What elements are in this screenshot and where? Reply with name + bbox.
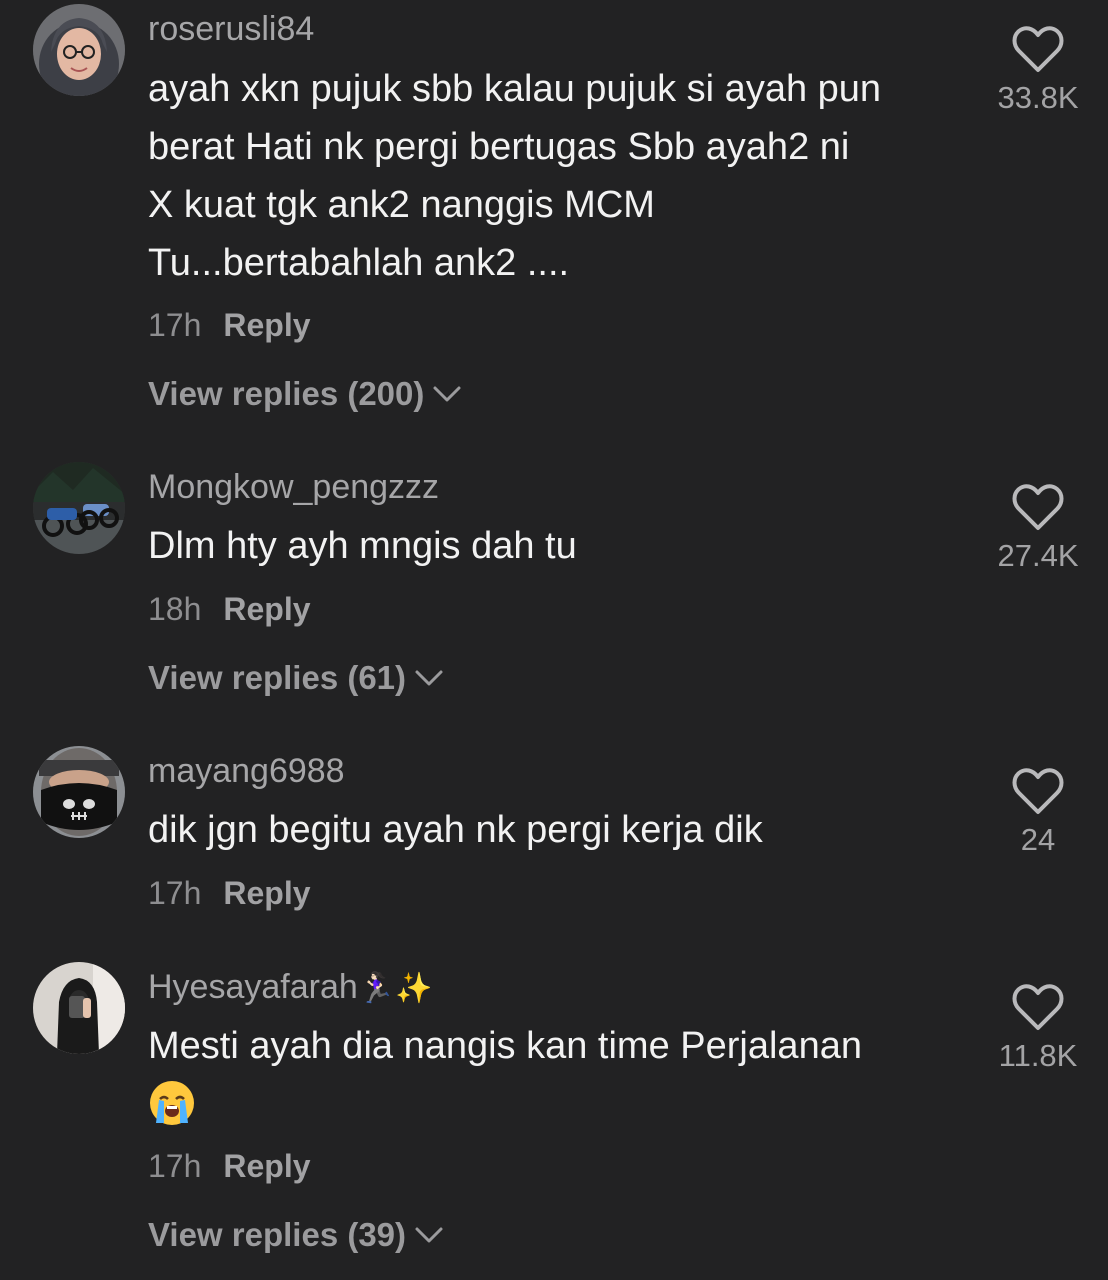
view-replies-button[interactable]: View replies (61): [148, 658, 444, 698]
avatar[interactable]: [33, 462, 125, 554]
heart-icon: [1012, 484, 1064, 530]
reply-button[interactable]: Reply: [223, 591, 310, 627]
timestamp: 17h: [148, 1148, 202, 1184]
comment-text-line: Tu...bertabahlah ank2 ....: [148, 242, 570, 284]
comment-text-line: Dlm hty ayh mngis dah tu: [148, 525, 577, 567]
loudly-crying-face-emoji: [150, 1080, 194, 1125]
timestamp: 18h: [148, 591, 202, 627]
comment-text-line: ayah xkn pujuk sbb kalau pujuk si ayah p…: [148, 68, 882, 110]
comment-text-line: berat Hati nk pergi bertugas Sbb ayah2 n…: [148, 126, 850, 168]
comment-meta: 17h Reply: [148, 1146, 311, 1186]
username-text: Hyesayafarah: [148, 968, 358, 1006]
comment-text-line: [148, 1075, 978, 1133]
view-replies-label: View replies (200): [148, 375, 425, 412]
like-button[interactable]: 27.4K: [988, 484, 1088, 574]
reply-button[interactable]: Reply: [223, 1148, 310, 1184]
username[interactable]: mayang6988: [148, 751, 345, 791]
comment-meta: 17h Reply: [148, 305, 311, 345]
comment-text-line: dik jgn begitu ayah nk pergi kerja dik: [148, 809, 763, 851]
username[interactable]: roserusli84: [148, 9, 314, 49]
comment-meta: 18h Reply: [148, 589, 311, 629]
username-emoji: 🏃🏻‍♀️✨: [357, 971, 433, 1006]
view-replies-label: View replies (61): [148, 659, 407, 696]
comment-text: dik jgn begitu ayah nk pergi kerja dik: [148, 801, 978, 859]
like-button[interactable]: 33.8K: [988, 26, 1088, 116]
avatar[interactable]: [33, 4, 125, 96]
avatar[interactable]: [33, 746, 125, 838]
chevron-down-icon: [415, 670, 443, 686]
like-count: 11.8K: [998, 1038, 1078, 1073]
reply-button[interactable]: Reply: [223, 307, 310, 343]
like-button[interactable]: 24: [988, 768, 1088, 858]
like-count: 27.4K: [997, 538, 1079, 573]
timestamp: 17h: [148, 307, 202, 343]
mirror-selfie-avatar: [33, 962, 125, 1054]
comment-text: ayah xkn pujuk sbb kalau pujuk si ayah p…: [148, 60, 978, 292]
comment-text-line: Mesti ayah dia nangis kan time Perjalana…: [148, 1025, 862, 1067]
avatar[interactable]: [33, 962, 125, 1054]
woman-hijab-glasses-avatar: [33, 4, 125, 96]
heart-icon: [1012, 984, 1064, 1030]
comment-text-line: X kuat tgk ank2 nanggis MCM: [148, 184, 655, 226]
chevron-down-icon: [433, 386, 461, 402]
heart-icon: [1012, 26, 1064, 72]
view-replies-button[interactable]: View replies (200): [148, 374, 462, 414]
motorcycles-night-avatar: [33, 462, 125, 554]
like-count: 24: [1020, 822, 1056, 857]
timestamp: 17h: [148, 875, 202, 911]
view-replies-button[interactable]: View replies (39): [148, 1215, 444, 1255]
heart-icon: [1012, 768, 1064, 814]
like-count: 33.8K: [997, 80, 1079, 115]
reply-button[interactable]: Reply: [223, 875, 310, 911]
comment-text: Mesti ayah dia nangis kan time Perjalana…: [148, 1017, 978, 1133]
chevron-down-icon: [415, 1227, 443, 1243]
username[interactable]: Hyesayafarah🏃🏻‍♀️✨: [148, 967, 433, 1009]
like-button[interactable]: 11.8K: [988, 984, 1088, 1074]
comment-meta: 17h Reply: [148, 873, 311, 913]
username[interactable]: Mongkow_pengzzz: [148, 467, 439, 507]
skull-mask-avatar: [33, 746, 125, 838]
comment-text: Dlm hty ayh mngis dah tu: [148, 517, 978, 575]
view-replies-label: View replies (39): [148, 1216, 407, 1253]
